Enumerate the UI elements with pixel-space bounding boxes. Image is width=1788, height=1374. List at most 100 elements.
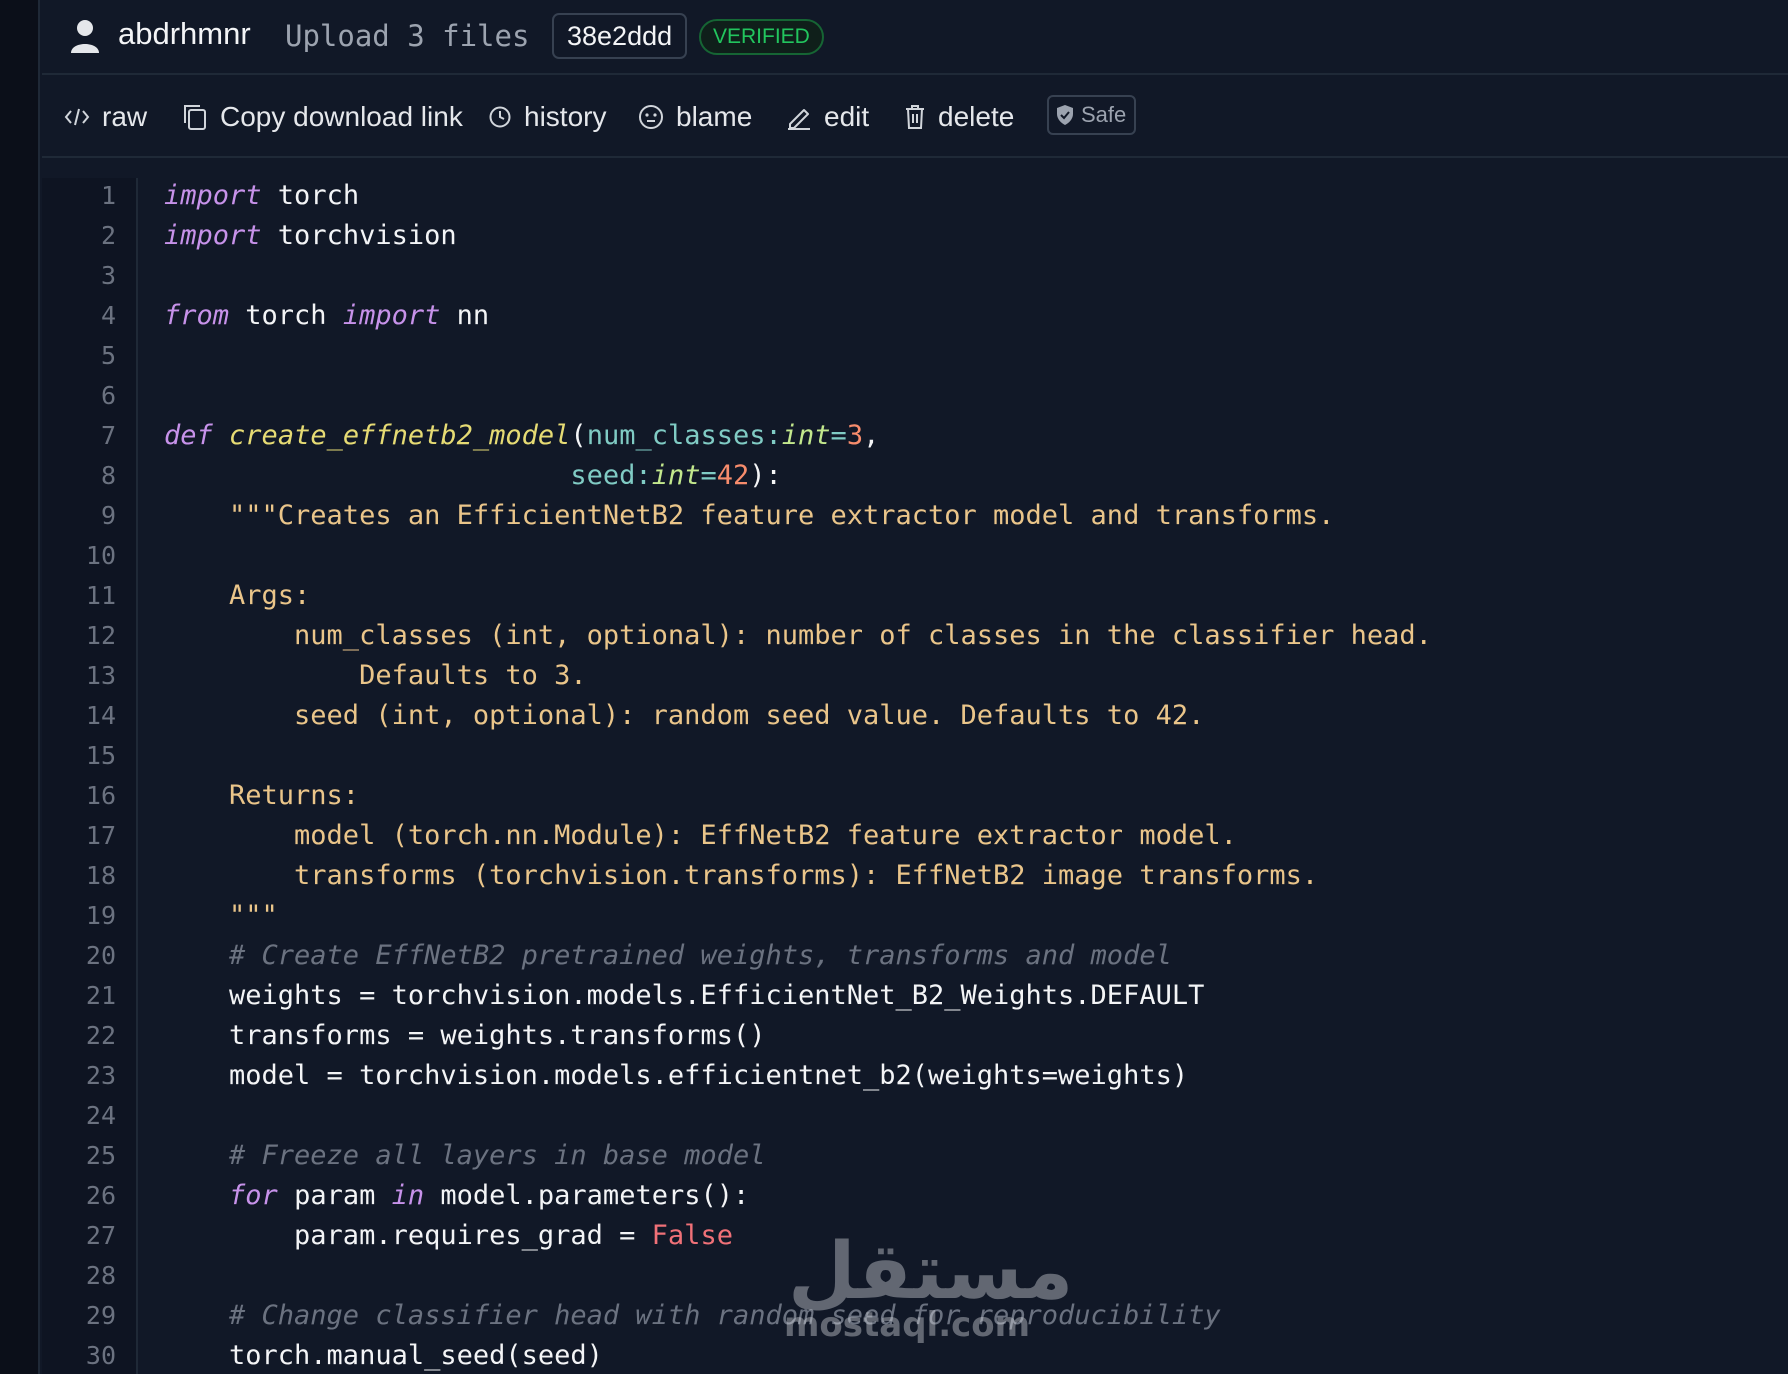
code-token: param.requires_grad = — [164, 1220, 652, 1251]
code-line: 10 — [42, 536, 1788, 576]
code-line: 15 — [42, 736, 1788, 776]
code-token: int — [651, 460, 701, 491]
edit-label: edit — [824, 101, 870, 132]
line-number[interactable]: 6 — [42, 376, 116, 416]
code-line: 14 seed (int, optional): random seed val… — [42, 696, 1788, 736]
line-source: def create_effnetb2_model(num_classes:in… — [164, 416, 879, 456]
line-source: seed (int, optional): random seed value.… — [164, 696, 1204, 736]
line-number[interactable]: 3 — [42, 256, 116, 296]
code-token: transforms = weights.transforms() — [164, 1020, 766, 1051]
line-number[interactable]: 23 — [42, 1056, 116, 1096]
history-label: history — [524, 101, 607, 132]
code-token: import — [164, 220, 262, 251]
code-token: torch — [229, 300, 343, 331]
code-token: 42 — [716, 460, 750, 491]
line-source: # Create EffNetB2 pretrained weights, tr… — [164, 936, 1172, 976]
line-number[interactable]: 1 — [42, 176, 116, 216]
delete-button[interactable]: delete — [904, 97, 1014, 137]
code-token: model.parameters(): — [424, 1180, 750, 1211]
line-number[interactable]: 21 — [42, 976, 116, 1016]
code-token: int — [781, 420, 831, 451]
code-token: ): — [749, 460, 782, 491]
line-number[interactable]: 16 — [42, 776, 116, 816]
code-token: import — [342, 300, 441, 331]
line-number[interactable]: 5 — [42, 336, 116, 376]
line-number[interactable]: 15 — [42, 736, 116, 776]
safe-badge[interactable]: Safe — [1047, 95, 1137, 135]
code-token: def — [164, 420, 213, 451]
code-token: num_classes (int, optional): number of c… — [164, 620, 1432, 651]
line-number[interactable]: 20 — [42, 936, 116, 976]
commit-message[interactable]: Upload 3 files — [285, 16, 529, 56]
code-line: 18 transforms (torchvision.transforms): … — [42, 856, 1788, 896]
code-line: 9 """Creates an EfficientNetB2 feature e… — [42, 496, 1788, 536]
line-number[interactable]: 19 — [42, 896, 116, 936]
file-viewer: abdrhmnr Upload 3 files 38e2ddd VERIFIED… — [0, 0, 1788, 1374]
line-source: Args: — [164, 576, 310, 616]
commit-author[interactable]: abdrhmnr — [118, 14, 251, 54]
line-number[interactable]: 17 — [42, 816, 116, 856]
code-token: from — [164, 300, 230, 331]
code-line: 6 — [42, 376, 1788, 416]
code-token: param — [277, 1180, 392, 1211]
pencil-icon — [788, 109, 810, 130]
line-number[interactable]: 24 — [42, 1096, 116, 1136]
line-number[interactable]: 25 — [42, 1136, 116, 1176]
code-line: 28 — [42, 1256, 1788, 1296]
line-number[interactable]: 22 — [42, 1016, 116, 1056]
code-token: torch.manual_seed(seed) — [164, 1340, 603, 1371]
user-avatar-icon[interactable] — [70, 18, 100, 54]
code-line: 24 — [42, 1096, 1788, 1136]
line-source: import torchvision — [164, 216, 457, 256]
code-token: ( — [570, 420, 587, 451]
copy-download-link-button[interactable]: Copy download link — [182, 97, 463, 137]
code-token: """ — [164, 900, 278, 931]
line-number[interactable]: 4 — [42, 296, 116, 336]
code-icon — [64, 108, 90, 126]
line-number[interactable]: 13 — [42, 656, 116, 696]
raw-label: raw — [102, 101, 148, 132]
line-number[interactable]: 27 — [42, 1216, 116, 1256]
code-token: seed (int, optional): random seed value.… — [164, 700, 1205, 731]
line-number[interactable]: 2 — [42, 216, 116, 256]
line-source: seed:int=42): — [164, 456, 782, 496]
code-line: 1 import torch — [42, 176, 1788, 216]
commit-header: abdrhmnr Upload 3 files 38e2ddd VERIFIED — [42, 0, 1788, 75]
line-number[interactable]: 7 — [42, 416, 116, 456]
commit-hash[interactable]: 38e2ddd — [552, 13, 688, 59]
code-token: nn — [440, 300, 490, 331]
line-source: torch.manual_seed(seed) — [164, 1336, 603, 1374]
line-number[interactable]: 14 — [42, 696, 116, 736]
code-token: : — [765, 420, 782, 451]
history-button[interactable]: history — [488, 97, 606, 137]
line-source: for param in model.parameters(): — [164, 1176, 749, 1216]
code-line: 16 Returns: — [42, 776, 1788, 816]
code-line: 7 def create_effnetb2_model(num_classes:i… — [42, 416, 1788, 456]
line-number[interactable]: 29 — [42, 1296, 116, 1336]
clock-icon — [489, 106, 511, 128]
file-toolbar: raw Copy download link history blame edi… — [42, 75, 1788, 158]
line-number[interactable]: 28 — [42, 1256, 116, 1296]
code-line: 26 for param in model.parameters(): — [42, 1176, 1788, 1216]
line-number[interactable]: 11 — [42, 576, 116, 616]
line-number[interactable]: 12 — [42, 616, 116, 656]
blame-button[interactable]: blame — [638, 97, 752, 137]
code-view[interactable]: 1 import torch 2 import torchvision 3 4 from t… — [42, 178, 1788, 1374]
raw-button[interactable]: raw — [64, 97, 147, 137]
line-source: transforms = weights.transforms() — [164, 1016, 765, 1056]
code-line: 25 # Freeze all layers in base model — [42, 1136, 1788, 1176]
code-line: 4 from torch import nn — [42, 296, 1788, 336]
code-token: Defaults to 3. — [164, 660, 587, 691]
code-line: 12 num_classes (int, optional): number o… — [42, 616, 1788, 656]
line-number[interactable]: 30 — [42, 1336, 116, 1374]
edit-button[interactable]: edit — [786, 97, 869, 137]
line-number[interactable]: 9 — [42, 496, 116, 536]
line-number[interactable]: 18 — [42, 856, 116, 896]
code-line: 3 — [42, 256, 1788, 296]
line-source: Defaults to 3. — [164, 656, 587, 696]
line-number[interactable]: 8 — [42, 456, 116, 496]
line-number[interactable]: 26 — [42, 1176, 116, 1216]
line-number[interactable]: 10 — [42, 536, 116, 576]
code-line: 22 transforms = weights.transforms() — [42, 1016, 1788, 1056]
